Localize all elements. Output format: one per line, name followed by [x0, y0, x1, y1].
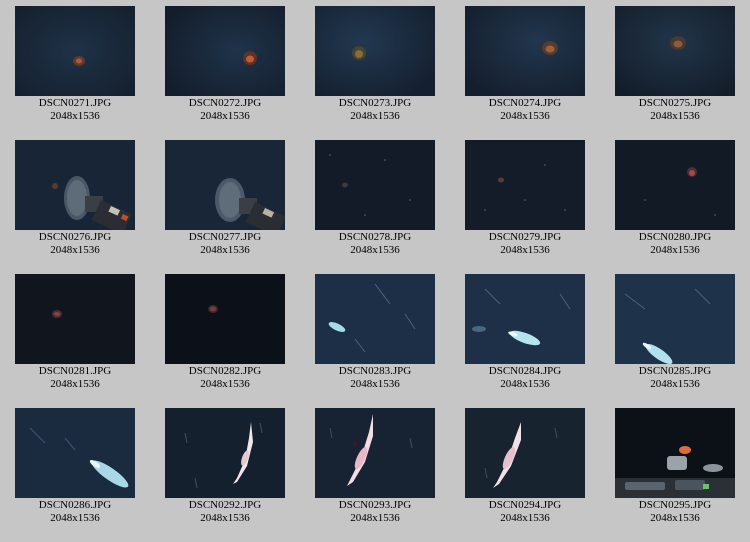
thumbnail-cell: DSCN0295.JPG 2048x1536 — [600, 402, 750, 536]
thumbnail-cell: DSCN0272.JPG 2048x1536 — [150, 0, 300, 134]
thumbnail-cell: DSCN0285.JPG 2048x1536 — [600, 268, 750, 402]
thumbnail-dimensions: 2048x1536 — [50, 244, 100, 256]
thumbnail-dimensions: 2048x1536 — [500, 512, 550, 524]
thumbnail-gallery: DSCN0271.JPG 2048x1536 DSCN0272.JPG 2048… — [0, 0, 750, 542]
thumbnail-cell: DSCN0293.JPG 2048x1536 — [300, 402, 450, 536]
thumbnail-dimensions: 2048x1536 — [200, 378, 250, 390]
thumbnail-cell: DSCN0292.JPG 2048x1536 — [150, 402, 300, 536]
thumbnail-cell: DSCN0273.JPG 2048x1536 — [300, 0, 450, 134]
thumbnail-image[interactable] — [615, 140, 735, 230]
thumbnail-filename[interactable]: DSCN0284.JPG — [450, 365, 600, 378]
thumbnail-dimensions: 2048x1536 — [650, 244, 700, 256]
thumbnail-cell: DSCN0284.JPG 2048x1536 — [450, 268, 600, 402]
thumbnail-image[interactable] — [165, 140, 285, 230]
thumbnail-image[interactable] — [465, 408, 585, 498]
thumbnail-filename[interactable]: DSCN0285.JPG — [600, 365, 750, 378]
thumbnail-cell: DSCN0277.JPG 2048x1536 — [150, 134, 300, 268]
thumbnail-filename[interactable]: DSCN0282.JPG — [150, 365, 300, 378]
thumbnail-image[interactable] — [315, 274, 435, 364]
thumbnail-dimensions: 2048x1536 — [650, 110, 700, 122]
thumbnail-cell: DSCN0280.JPG 2048x1536 — [600, 134, 750, 268]
thumbnail-dimensions: 2048x1536 — [350, 512, 400, 524]
thumbnail-dimensions: 2048x1536 — [500, 110, 550, 122]
thumbnail-dimensions: 2048x1536 — [650, 512, 700, 524]
thumbnail-dimensions: 2048x1536 — [500, 244, 550, 256]
thumbnail-cell: DSCN0281.JPG 2048x1536 — [0, 268, 150, 402]
thumbnail-image[interactable] — [15, 274, 135, 364]
thumbnail-image[interactable] — [15, 408, 135, 498]
thumbnail-dimensions: 2048x1536 — [350, 378, 400, 390]
thumbnail-image[interactable] — [315, 140, 435, 230]
thumbnail-dimensions: 2048x1536 — [50, 110, 100, 122]
thumbnail-cell: DSCN0283.JPG 2048x1536 — [300, 268, 450, 402]
thumbnail-image[interactable] — [465, 6, 585, 96]
thumbnail-cell: DSCN0294.JPG 2048x1536 — [450, 402, 600, 536]
thumbnail-cell: DSCN0275.JPG 2048x1536 — [600, 0, 750, 134]
thumbnail-filename[interactable]: DSCN0279.JPG — [450, 231, 600, 244]
thumbnail-cell: DSCN0278.JPG 2048x1536 — [300, 134, 450, 268]
thumbnail-dimensions: 2048x1536 — [200, 244, 250, 256]
thumbnail-image[interactable] — [315, 408, 435, 498]
thumbnail-filename[interactable]: DSCN0273.JPG — [300, 97, 450, 110]
thumbnail-dimensions: 2048x1536 — [500, 378, 550, 390]
thumbnail-dimensions: 2048x1536 — [50, 378, 100, 390]
thumbnail-filename[interactable]: DSCN0280.JPG — [600, 231, 750, 244]
thumbnail-filename[interactable]: DSCN0277.JPG — [150, 231, 300, 244]
thumbnail-dimensions: 2048x1536 — [650, 378, 700, 390]
thumbnail-image[interactable] — [615, 274, 735, 364]
thumbnail-cell: DSCN0282.JPG 2048x1536 — [150, 268, 300, 402]
thumbnail-filename[interactable]: DSCN0286.JPG — [0, 499, 150, 512]
thumbnail-dimensions: 2048x1536 — [350, 110, 400, 122]
thumbnail-dimensions: 2048x1536 — [200, 110, 250, 122]
thumbnail-cell: DSCN0276.JPG 2048x1536 — [0, 134, 150, 268]
thumbnail-filename[interactable]: DSCN0276.JPG — [0, 231, 150, 244]
thumbnail-image[interactable] — [465, 140, 585, 230]
thumbnail-filename[interactable]: DSCN0292.JPG — [150, 499, 300, 512]
thumbnail-filename[interactable]: DSCN0278.JPG — [300, 231, 450, 244]
thumbnail-filename[interactable]: DSCN0275.JPG — [600, 97, 750, 110]
thumbnail-dimensions: 2048x1536 — [350, 244, 400, 256]
thumbnail-image[interactable] — [315, 6, 435, 96]
thumbnail-filename[interactable]: DSCN0293.JPG — [300, 499, 450, 512]
thumbnail-image[interactable] — [165, 274, 285, 364]
thumbnail-filename[interactable]: DSCN0271.JPG — [0, 97, 150, 110]
thumbnail-cell: DSCN0279.JPG 2048x1536 — [450, 134, 600, 268]
thumbnail-image[interactable] — [615, 408, 735, 498]
thumbnail-image[interactable] — [15, 6, 135, 96]
thumbnail-image[interactable] — [165, 6, 285, 96]
thumbnail-dimensions: 2048x1536 — [200, 512, 250, 524]
thumbnail-image[interactable] — [465, 274, 585, 364]
thumbnail-filename[interactable]: DSCN0295.JPG — [600, 499, 750, 512]
thumbnail-filename[interactable]: DSCN0283.JPG — [300, 365, 450, 378]
thumbnail-cell: DSCN0274.JPG 2048x1536 — [450, 0, 600, 134]
thumbnail-image[interactable] — [165, 408, 285, 498]
thumbnail-filename[interactable]: DSCN0272.JPG — [150, 97, 300, 110]
thumbnail-cell: DSCN0271.JPG 2048x1536 — [0, 0, 150, 134]
thumbnail-dimensions: 2048x1536 — [50, 512, 100, 524]
thumbnail-image[interactable] — [615, 6, 735, 96]
thumbnail-image[interactable] — [15, 140, 135, 230]
thumbnail-filename[interactable]: DSCN0274.JPG — [450, 97, 600, 110]
thumbnail-cell: DSCN0286.JPG 2048x1536 — [0, 402, 150, 536]
thumbnail-filename[interactable]: DSCN0294.JPG — [450, 499, 600, 512]
thumbnail-filename[interactable]: DSCN0281.JPG — [0, 365, 150, 378]
